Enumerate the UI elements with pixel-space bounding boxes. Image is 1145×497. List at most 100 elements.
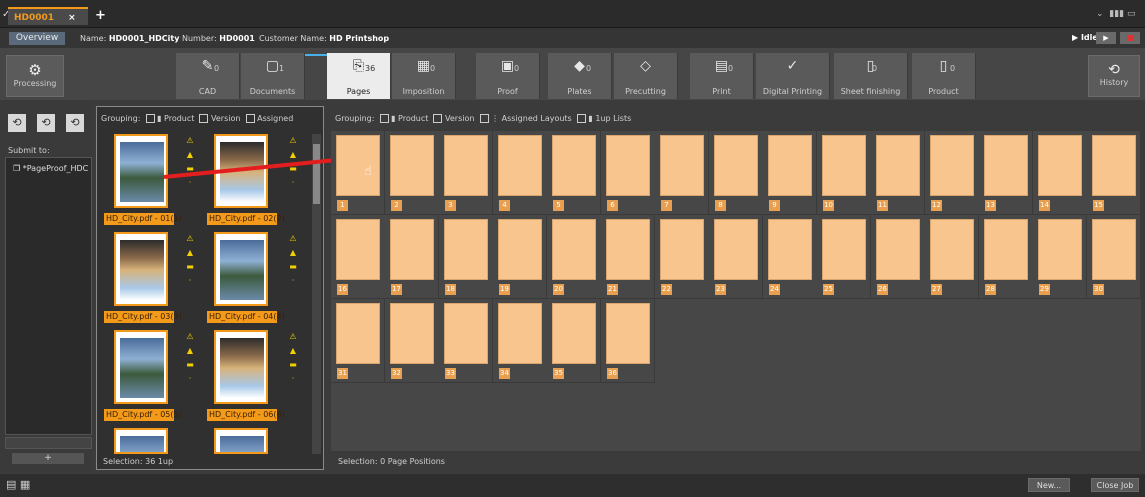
page-position[interactable] (876, 135, 920, 196)
page-position[interactable] (1038, 135, 1082, 196)
new-button[interactable]: New... (1028, 478, 1070, 492)
page-number: 21 (607, 284, 618, 295)
step-proof[interactable]: ▣ 0 Proof (476, 53, 540, 99)
stop-button[interactable] (1120, 32, 1140, 44)
page-position[interactable] (498, 135, 542, 196)
page-thumbnail[interactable] (114, 330, 168, 404)
page-position[interactable] (822, 219, 866, 280)
page-position[interactable] (390, 219, 434, 280)
layout-icon[interactable]: ▤ ▦ (6, 478, 30, 491)
step-cad[interactable]: ✎ 0 CAD (176, 53, 240, 99)
thumb-label: HD_City.pdf - 01(1) (104, 213, 182, 225)
page-position[interactable] (714, 219, 758, 280)
oneup-checkbox[interactable] (576, 114, 586, 123)
tab-job[interactable]: HD0001 × (8, 7, 88, 25)
step-print[interactable]: ▤ 0 Print (690, 53, 754, 99)
page-position[interactable] (606, 303, 650, 364)
page-position[interactable] (336, 303, 380, 364)
page-position[interactable] (660, 219, 704, 280)
page-position[interactable] (336, 135, 380, 196)
page-position[interactable] (822, 135, 866, 196)
window-controls-icon[interactable]: ⌄ ▮▮▮ ▭ (1096, 9, 1136, 19)
page-position[interactable] (444, 135, 488, 196)
page-position[interactable] (552, 303, 596, 364)
page-position[interactable] (984, 219, 1028, 280)
close-job-button[interactable]: Close Job (1091, 478, 1139, 492)
step-product[interactable]: ▯ 0 Product (912, 53, 976, 99)
page-position[interactable] (606, 135, 650, 196)
page-number: 16 (337, 284, 348, 295)
page-position[interactable] (444, 303, 488, 364)
page-position[interactable] (930, 135, 974, 196)
page-position[interactable] (336, 219, 380, 280)
product-checkbox[interactable] (145, 114, 155, 123)
step-label: Digital Printing (762, 87, 823, 96)
step-digital-printing[interactable]: ✓ Digital Printing (756, 53, 830, 99)
close-icon[interactable]: × (68, 13, 76, 23)
page-position[interactable] (552, 219, 596, 280)
workflow-icon[interactable]: ⟲ (66, 114, 84, 132)
page-position[interactable] (390, 303, 434, 364)
overview-button[interactable]: Overview (9, 32, 65, 45)
stop-icon (1126, 35, 1134, 41)
submit-item[interactable]: ❐ *PageProof_HDC (13, 164, 88, 173)
page-thumbnail[interactable] (214, 330, 268, 404)
page-position[interactable] (984, 135, 1028, 196)
page-position[interactable] (768, 219, 812, 280)
step-plates[interactable]: ◆ 0 Plates (548, 53, 612, 99)
product-label: Product (164, 114, 195, 123)
page-position[interactable] (498, 219, 542, 280)
page-position[interactable] (660, 135, 704, 196)
status-idle: ▶ Idle (1072, 33, 1098, 42)
page-position[interactable] (768, 135, 812, 196)
number-label: Number: (182, 34, 217, 43)
thumb-label: HD_City.pdf - 05(5) (104, 409, 182, 421)
processing-label: Processing (13, 79, 57, 88)
page-position[interactable] (714, 135, 758, 196)
assigned-layouts-checkbox[interactable] (479, 114, 489, 123)
page-position[interactable] (606, 219, 650, 280)
page-thumbnail[interactable] (214, 232, 268, 306)
page-number: 12 (931, 200, 942, 211)
page-position[interactable] (1092, 219, 1136, 280)
page-position[interactable] (1038, 219, 1082, 280)
processing-icon: ⚙ (28, 61, 42, 79)
add-button[interactable]: + (12, 453, 84, 464)
page-position[interactable] (390, 135, 434, 196)
page-position[interactable] (1092, 135, 1136, 196)
page-number: 15 (1093, 200, 1104, 211)
step-documents[interactable]: ▢ 1 Documents (241, 53, 305, 99)
version-checkbox[interactable] (199, 114, 209, 123)
documents-icon: ▢ (265, 58, 280, 74)
customer-label: Customer Name: (259, 34, 327, 43)
page-thumbnail[interactable] (214, 428, 268, 454)
product-checkbox[interactable] (379, 114, 389, 123)
horizontal-scrollbar[interactable] (5, 437, 92, 449)
page-position[interactable] (876, 219, 920, 280)
assigned-checkbox[interactable] (245, 114, 255, 123)
sequence-icon: ❐ (13, 164, 21, 173)
oneup-icon: ▮ (588, 114, 593, 123)
page-position[interactable] (930, 219, 974, 280)
page-number: 31 (337, 368, 348, 379)
play-button[interactable]: ▶ (1096, 32, 1116, 44)
step-precutting[interactable]: ◇ Precutting (614, 53, 678, 99)
page-thumbnail[interactable] (114, 232, 168, 306)
page-position[interactable] (498, 303, 542, 364)
history-button[interactable]: ⟲ History (1088, 55, 1140, 97)
page-position[interactable] (444, 219, 488, 280)
drag-arrow-icon (163, 150, 356, 179)
processing-button[interactable]: ⚙ Processing (6, 55, 64, 97)
step-imposition[interactable]: ▦ 0 Imposition (392, 53, 456, 99)
status-icons: ⚠ ▲ ▬ · (289, 234, 297, 285)
assigned-layouts-label: Assigned Layouts (501, 114, 572, 123)
step-pages[interactable]: ⎘ 36 Pages (327, 53, 391, 99)
page-position[interactable] (552, 135, 596, 196)
workflow-icon[interactable]: ⟲ (37, 114, 55, 132)
page-number: 26 (877, 284, 888, 295)
version-checkbox[interactable] (433, 114, 443, 123)
page-thumbnail[interactable] (114, 428, 168, 454)
add-tab-button[interactable]: + (95, 8, 106, 23)
workflow-icon[interactable]: ⟲ (8, 114, 26, 132)
step-sheet-finishing[interactable]: ▯ 0 Sheet finishing (834, 53, 908, 99)
